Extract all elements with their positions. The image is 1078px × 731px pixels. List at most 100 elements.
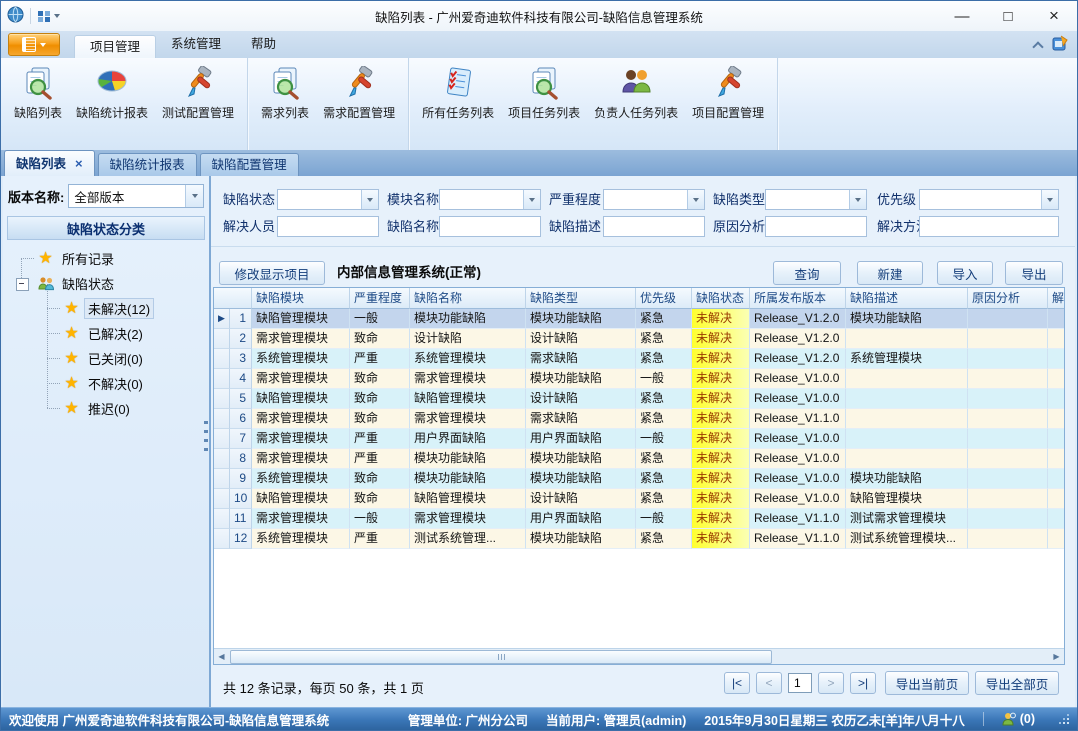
table-row[interactable]: 2 需求管理模块致命 设计缺陷设计缺陷 紧急未解决 Release_V1.2.0 [214, 329, 1064, 349]
filter-text-defect-name[interactable] [439, 216, 541, 237]
col-header-type[interactable]: 缺陷类型 [526, 288, 636, 309]
ribbon-tab-help[interactable]: 帮助 [236, 33, 291, 56]
tree-item-all-records[interactable]: ★ 所有记录 [3, 246, 209, 271]
table-row[interactable]: 7 需求管理模块严重 用户界面缺陷用户界面缺陷 一般未解决 Release_V1… [214, 429, 1064, 449]
export-button[interactable]: 导出 [1005, 261, 1063, 285]
table-row[interactable]: 4 需求管理模块致命 需求管理模块模块功能缺陷 一般未解决 Release_V1… [214, 369, 1064, 389]
export-all-pages-button[interactable]: 导出全部页 [975, 671, 1059, 695]
page-number-input[interactable] [788, 673, 812, 693]
filter-input[interactable] [278, 190, 361, 209]
defect-report-button[interactable]: 缺陷统计报表 [69, 61, 155, 121]
col-header-status[interactable]: 缺陷状态 [692, 288, 750, 309]
sidebar-splitter-handle[interactable] [204, 421, 208, 457]
close-button[interactable]: × [1031, 2, 1077, 31]
ribbon-tab-system-management[interactable]: 系统管理 [156, 33, 236, 56]
project-tasks-button[interactable]: 项目任务列表 [501, 61, 587, 121]
doc-tab-defect-list[interactable]: 缺陷列表 × [4, 150, 95, 176]
filter-input[interactable] [920, 190, 1041, 209]
message-indicator[interactable]: (0) [1002, 712, 1035, 726]
modify-columns-button[interactable]: 修改显示项目 [219, 261, 325, 285]
table-row[interactable]: 6 需求管理模块致命 需求管理模块需求缺陷 紧急未解决 Release_V1.1… [214, 409, 1064, 429]
first-page-button[interactable]: |< [724, 672, 750, 694]
tree-item-resolved[interactable]: ★ 已解决(2) [3, 321, 209, 346]
filter-text-solution[interactable] [919, 216, 1059, 237]
maximize-button[interactable]: □ [985, 2, 1031, 31]
filter-input[interactable] [278, 217, 378, 236]
requirement-config-button[interactable]: 需求配置管理 [316, 61, 402, 121]
dropdown-button[interactable] [185, 185, 203, 207]
minimize-button[interactable]: — [939, 2, 985, 31]
table-row[interactable]: 12 系统管理模块严重 测试系统管理...模块功能缺陷 紧急未解决 Releas… [214, 529, 1064, 549]
filter-input[interactable] [920, 217, 1058, 236]
tree-item-closed[interactable]: ★ 已关闭(0) [3, 346, 209, 371]
new-button[interactable]: 新建 [857, 261, 923, 285]
tree-collapse-icon[interactable] [16, 278, 29, 291]
dropdown-button[interactable] [361, 190, 378, 209]
doc-tab-defect-config[interactable]: 缺陷配置管理 [200, 153, 299, 176]
project-config-button[interactable]: 项目配置管理 [685, 61, 771, 121]
filter-input[interactable] [440, 190, 523, 209]
table-row[interactable]: 8 需求管理模块严重 模块功能缺陷模块功能缺陷 紧急未解决 Release_V1… [214, 449, 1064, 469]
dropdown-button[interactable] [687, 190, 704, 209]
filter-input[interactable] [604, 217, 704, 236]
last-page-button[interactable]: >| [850, 672, 876, 694]
table-row[interactable]: 9 系统管理模块致命 模块功能缺陷模块功能缺陷 紧急未解决 Release_V1… [214, 469, 1064, 489]
filter-input[interactable] [766, 190, 849, 209]
col-header-analysis[interactable]: 原因分析 [968, 288, 1048, 309]
tree-item-defect-status[interactable]: 缺陷状态 [3, 271, 209, 296]
tree-item-unresolved[interactable]: ★ 未解决(12) [3, 296, 209, 321]
col-header-severity[interactable]: 严重程度 [350, 288, 410, 309]
filter-select-module-name[interactable] [439, 189, 541, 210]
scroll-right-icon[interactable]: ▶ [1049, 650, 1064, 664]
filter-text-cause-analysis[interactable] [765, 216, 867, 237]
filter-text-resolver[interactable] [277, 216, 379, 237]
filter-input[interactable] [440, 217, 540, 236]
table-row[interactable]: ▶ 1 缺陷管理模块一般 模块功能缺陷模块功能缺陷 紧急未解决 Release_… [214, 309, 1064, 329]
application-menu-button[interactable] [8, 33, 60, 56]
dropdown-button[interactable] [523, 190, 540, 209]
all-tasks-button[interactable]: 所有任务列表 [415, 61, 501, 121]
collapse-ribbon-icon[interactable] [1033, 42, 1042, 48]
col-header-module[interactable]: 缺陷模块 [252, 288, 350, 309]
defect-list-button[interactable]: 缺陷列表 [7, 61, 69, 121]
requirement-list-button[interactable]: 需求列表 [254, 61, 316, 121]
resize-grip-icon[interactable] [1059, 714, 1069, 724]
table-row[interactable]: 11 需求管理模块一般 需求管理模块用户界面缺陷 一般未解决 Release_V… [214, 509, 1064, 529]
filter-select-defect-status[interactable] [277, 189, 379, 210]
filter-text-defect-desc[interactable] [603, 216, 705, 237]
table-row[interactable]: 5 缺陷管理模块致命 缺陷管理模块设计缺陷 紧急未解决 Release_V1.0… [214, 389, 1064, 409]
tree-item-postponed[interactable]: ★ 推迟(0) [3, 396, 209, 421]
owner-tasks-button[interactable]: 负责人任务列表 [587, 61, 685, 121]
table-row[interactable]: 3 系统管理模块严重 系统管理模块需求缺陷 紧急未解决 Release_V1.2… [214, 349, 1064, 369]
tree-item-wont-fix[interactable]: ★ 不解决(0) [3, 371, 209, 396]
query-button[interactable]: 查询 [773, 261, 841, 285]
ribbon-tab-project-management[interactable]: 项目管理 [74, 35, 156, 59]
col-header-priority[interactable]: 优先级 [636, 288, 692, 309]
table-row[interactable]: 10 缺陷管理模块致命 缺陷管理模块设计缺陷 紧急未解决 Release_V1.… [214, 489, 1064, 509]
next-page-button[interactable]: > [818, 672, 844, 694]
filter-input[interactable] [604, 190, 687, 209]
filter-select-defect-type[interactable] [765, 189, 867, 210]
col-header-name[interactable]: 缺陷名称 [410, 288, 526, 309]
dropdown-button[interactable] [1041, 190, 1058, 209]
dropdown-button[interactable] [849, 190, 866, 209]
prev-page-button[interactable]: < [756, 672, 782, 694]
version-select[interactable]: 全部版本 [68, 184, 204, 208]
skin-style-icon[interactable] [1052, 35, 1069, 55]
test-config-button[interactable]: 测试配置管理 [155, 61, 241, 121]
filter-input[interactable] [766, 217, 866, 236]
filter-label-defect-name: 缺陷名称 [387, 216, 439, 237]
col-header-desc[interactable]: 缺陷描述 [846, 288, 968, 309]
col-header-solution[interactable]: 解决方法 [1048, 288, 1065, 309]
scroll-left-icon[interactable]: ◀ [214, 650, 229, 664]
horizontal-scrollbar[interactable]: ◀ ▶ [214, 648, 1064, 664]
tab-close-icon[interactable]: × [75, 157, 83, 170]
scrollbar-thumb[interactable] [230, 650, 772, 664]
col-header-release[interactable]: 所属发布版本 [750, 288, 846, 309]
quick-access-grid-icon[interactable] [37, 10, 60, 23]
export-current-page-button[interactable]: 导出当前页 [885, 671, 969, 695]
filter-select-severity[interactable] [603, 189, 705, 210]
filter-select-priority[interactable] [919, 189, 1059, 210]
import-button[interactable]: 导入 [937, 261, 993, 285]
doc-tab-defect-report[interactable]: 缺陷统计报表 [98, 153, 197, 176]
